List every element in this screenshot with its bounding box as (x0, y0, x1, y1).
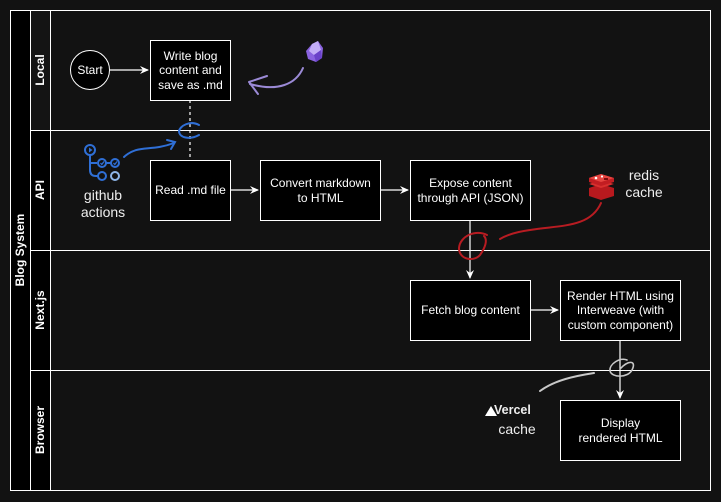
node-convert-markdown[interactable]: Convert markdown to HTML (260, 160, 381, 221)
node-fetch-content[interactable]: Fetch blog content (410, 280, 531, 341)
github-actions-label: github actions (72, 187, 134, 221)
pool-title: Blog System (13, 213, 27, 287)
lane-label-api: API (33, 180, 47, 201)
node-display-html[interactable]: Display rendered HTML (560, 400, 681, 461)
github-label-line1: github (83, 187, 123, 203)
start-node[interactable]: Start (70, 50, 110, 90)
redis-icon (589, 174, 614, 200)
redis-label-line1: redis (628, 167, 660, 183)
vercel-cache-text: cache (498, 421, 536, 437)
vercel-brand: Vercel (494, 403, 531, 417)
node-render-html[interactable]: Render HTML using Interweave (with custo… (560, 280, 681, 341)
node-write-blog[interactable]: Write blog content and save as .md (150, 40, 231, 101)
node-expose-api[interactable]: Expose content through API (JSON) (410, 160, 531, 221)
lane-label-local: Local (33, 54, 47, 86)
github-label-line2: actions (80, 204, 126, 220)
redis-cache-label: redis cache (617, 167, 671, 201)
lane-label-browser: Browser (33, 405, 47, 455)
lane-label-nextjs: Next.js (33, 290, 47, 330)
node-read-md[interactable]: Read .md file (150, 160, 231, 221)
redis-label-line2: cache (625, 184, 663, 200)
vercel-cache-label: Vercel (494, 403, 544, 418)
